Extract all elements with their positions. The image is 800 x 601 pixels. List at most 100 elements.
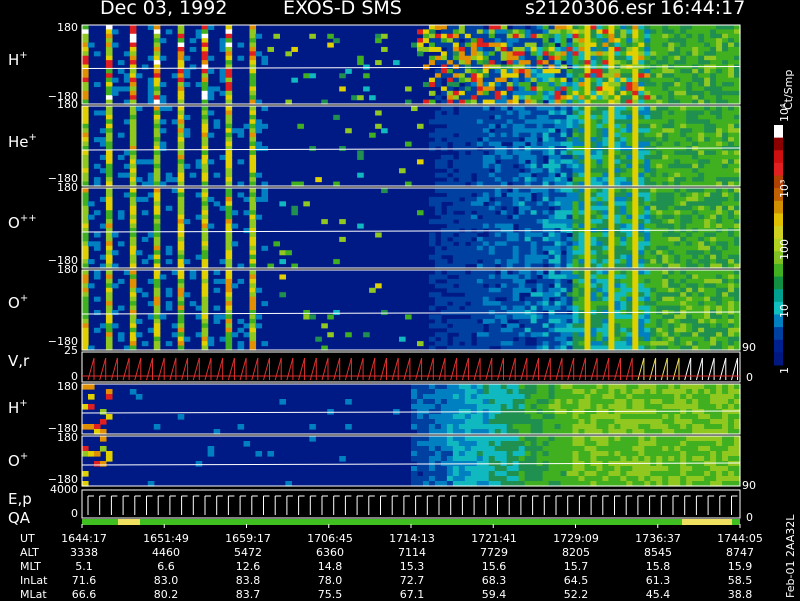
y-tick-top: 180 — [40, 98, 78, 111]
table-cell: 5472 — [208, 546, 288, 559]
table-cell: 78.0 — [290, 574, 370, 587]
plot-area — [82, 25, 741, 528]
spectrogram-panel-h-plus — [82, 25, 741, 105]
table-cell: 1736:37 — [618, 532, 698, 545]
table-row-label: UT — [20, 532, 35, 545]
table-cell: 1721:41 — [454, 532, 534, 545]
spectrogram-canvas — [0, 0, 800, 600]
right-tick-vr-bottom: 0 — [746, 371, 766, 384]
y-tick-top: 180 — [40, 380, 78, 393]
table-cell: 1706:45 — [290, 532, 370, 545]
colorbar-tick-10: 10 — [778, 304, 791, 318]
table-cell: 7114 — [372, 546, 452, 559]
colorbar-tick-100: 100 — [778, 239, 791, 260]
spectrogram-panel-o-plus — [82, 270, 741, 351]
table-cell: 8205 — [536, 546, 616, 559]
panel-label-qa: QA — [8, 509, 30, 527]
y-tick-top: 4000 — [30, 483, 78, 496]
panel-label-o-plus-2: O+ — [8, 451, 28, 470]
header-time: 16:44:17 — [660, 0, 745, 19]
table-cell: 68.3 — [454, 574, 534, 587]
colorbar-swatch — [774, 138, 783, 151]
table-cell: 1714:13 — [372, 532, 452, 545]
header-date: Dec 03, 1992 — [100, 0, 227, 19]
right-tick-ep-bottom: 0 — [746, 511, 766, 524]
table-cell: 67.1 — [372, 588, 452, 601]
panel-label-h-plus: H+ — [8, 50, 28, 69]
y-tick-top: 180 — [40, 181, 78, 194]
colorbar-swatch — [774, 264, 783, 277]
table-cell: 3338 — [44, 546, 124, 559]
table-cell: 83.7 — [208, 588, 288, 601]
spectrogram-panel-h-plus-pa — [82, 384, 741, 435]
table-cell: 5.1 — [44, 560, 124, 573]
table-cell: 1644:17 — [44, 532, 124, 545]
table-cell: 7729 — [454, 546, 534, 559]
table-cell: 8747 — [700, 546, 780, 559]
table-cell: 45.4 — [618, 588, 698, 601]
energy-panel — [82, 490, 740, 525]
colorbar-swatch — [774, 201, 783, 214]
table-cell: 14.8 — [290, 560, 370, 573]
panel-label-o-plus: O+ — [8, 293, 28, 312]
table-row-label: MLat — [20, 588, 47, 601]
colorbar-swatch — [774, 327, 783, 340]
table-cell: 66.6 — [44, 588, 124, 601]
colorbar-swatch — [774, 226, 783, 239]
y-tick-top: 25 — [40, 344, 78, 357]
table-cell: 71.6 — [44, 574, 124, 587]
table-cell: 61.3 — [618, 574, 698, 587]
table-cell: 64.5 — [536, 574, 616, 587]
table-cell: 4460 — [126, 546, 206, 559]
table-cell: 1659:17 — [208, 532, 288, 545]
spectrogram-panel-o-plus-pa — [82, 436, 741, 487]
colorbar-swatch — [774, 125, 783, 138]
colorbar-swatch — [774, 289, 783, 302]
table-cell: 6.6 — [126, 560, 206, 573]
table-cell: 15.9 — [700, 560, 780, 573]
velocity-panel — [82, 352, 740, 382]
colorbar-swatch — [774, 352, 783, 365]
table-cell: 15.3 — [372, 560, 452, 573]
colorbar-swatch — [774, 277, 783, 290]
table-cell: 52.2 — [536, 588, 616, 601]
y-tick-top: 180 — [40, 21, 78, 34]
table-cell: 6360 — [290, 546, 370, 559]
spectrogram-panel-he-plus — [82, 106, 741, 187]
table-cell: 12.6 — [208, 560, 288, 573]
panel-label-h-plus-2: H+ — [8, 398, 28, 417]
colorbar-swatch — [774, 163, 783, 176]
colorbar-tick-1e4: 10⁴ — [778, 104, 791, 122]
table-cell: 83.8 — [208, 574, 288, 587]
table-cell: 1651:49 — [126, 532, 206, 545]
panel-label-vr: V,r — [8, 352, 29, 370]
table-cell: 83.0 — [126, 574, 206, 587]
table-cell: 8545 — [618, 546, 698, 559]
spectrogram-panel-o-plusplus — [82, 188, 741, 269]
table-row-label: MLT — [20, 560, 41, 573]
y-tick-bottom: 0 — [40, 507, 78, 520]
table-cell: 15.6 — [454, 560, 534, 573]
panel-label-ep: E,p — [8, 490, 32, 508]
table-cell: 1744:05 — [700, 532, 780, 545]
table-cell: 15.7 — [536, 560, 616, 573]
right-tick-o-bottom: 90 — [742, 479, 762, 492]
table-cell: 15.8 — [618, 560, 698, 573]
table-cell: 72.7 — [372, 574, 452, 587]
table-cell: 1729:09 — [536, 532, 616, 545]
colorbar-tick-1e3: 10³ — [778, 180, 791, 198]
colorbar-swatch — [774, 213, 783, 226]
table-cell: 38.8 — [700, 588, 780, 601]
panel-label-he-plus: He+ — [8, 132, 37, 151]
y-tick-top: 180 — [40, 263, 78, 276]
colorbar-swatch — [774, 150, 783, 163]
right-tick-vr-top: 90 — [742, 341, 762, 354]
table-cell: 59.4 — [454, 588, 534, 601]
y-tick-top: 180 — [40, 431, 78, 444]
panel-label-o-plusplus: O++ — [8, 213, 37, 232]
header-instrument: EXOS-D SMS — [283, 0, 402, 19]
table-row-label: ALT — [20, 546, 39, 559]
colorbar-swatch — [774, 340, 783, 353]
orbit-table: UT1644:171651:491659:171706:451714:13172… — [0, 530, 800, 600]
table-cell: 80.2 — [126, 588, 206, 601]
